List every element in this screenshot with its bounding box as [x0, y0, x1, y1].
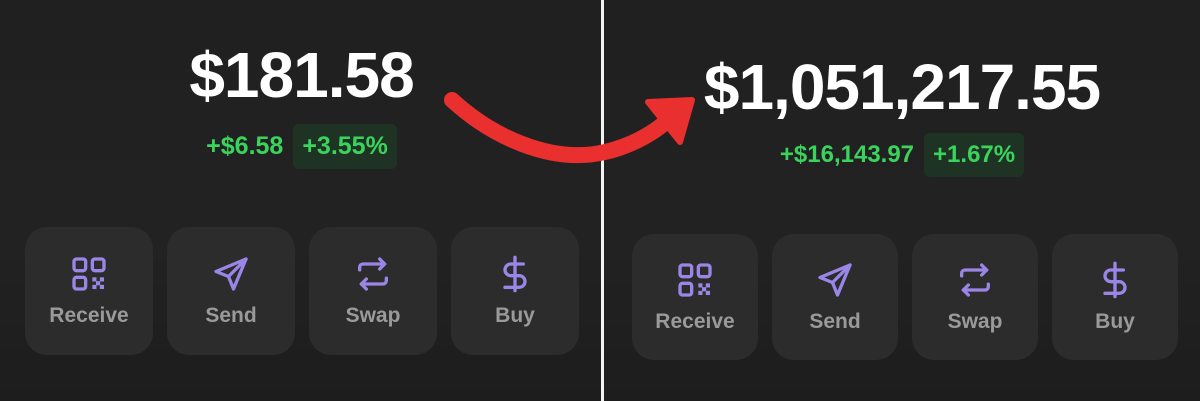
wallet-panel-before: $181.58 +$6.58 +3.55% Receive Send Swap …	[0, 0, 601, 401]
swap-label: Swap	[345, 304, 401, 327]
dollar-icon	[503, 255, 527, 293]
red-curved-arrow-icon	[444, 92, 695, 164]
swap-button[interactable]: Swap	[912, 234, 1038, 360]
swap-icon	[960, 263, 990, 297]
send-button[interactable]: Send	[772, 234, 898, 360]
swap-label: Swap	[947, 310, 1003, 333]
action-buttons: Receive Send Swap Buy	[25, 227, 579, 355]
buy-label: Buy	[1095, 310, 1135, 333]
swap-button[interactable]: Swap	[309, 227, 437, 355]
change-amount: +$16,143.97	[779, 141, 915, 168]
send-label: Send	[809, 310, 861, 333]
send-button[interactable]: Send	[167, 227, 295, 355]
change-percent-badge: +1.67%	[924, 133, 1025, 177]
dollar-icon	[1103, 261, 1127, 299]
change-amount: +$6.58	[206, 132, 284, 160]
send-icon	[818, 263, 852, 297]
qr-code-icon	[678, 263, 712, 297]
buy-label: Buy	[495, 304, 535, 327]
change-percent-badge: +3.55%	[293, 124, 397, 169]
comparison-stage: $181.58 +$6.58 +3.55% Receive Send Swap …	[0, 0, 1200, 401]
send-label: Send	[205, 304, 257, 327]
action-buttons: Receive Send Swap Buy	[632, 234, 1178, 360]
wallet-panel-after: $1,051,217.55 +$16,143.97 +1.67% Receive	[604, 0, 1200, 401]
buy-button[interactable]: Buy	[451, 227, 579, 355]
send-icon	[214, 257, 248, 291]
receive-button[interactable]: Receive	[632, 234, 758, 360]
buy-button[interactable]: Buy	[1052, 234, 1178, 360]
receive-button[interactable]: Receive	[25, 227, 153, 355]
qr-code-icon	[72, 257, 106, 291]
receive-label: Receive	[655, 310, 735, 333]
swap-icon	[358, 257, 388, 291]
receive-label: Receive	[49, 304, 129, 327]
